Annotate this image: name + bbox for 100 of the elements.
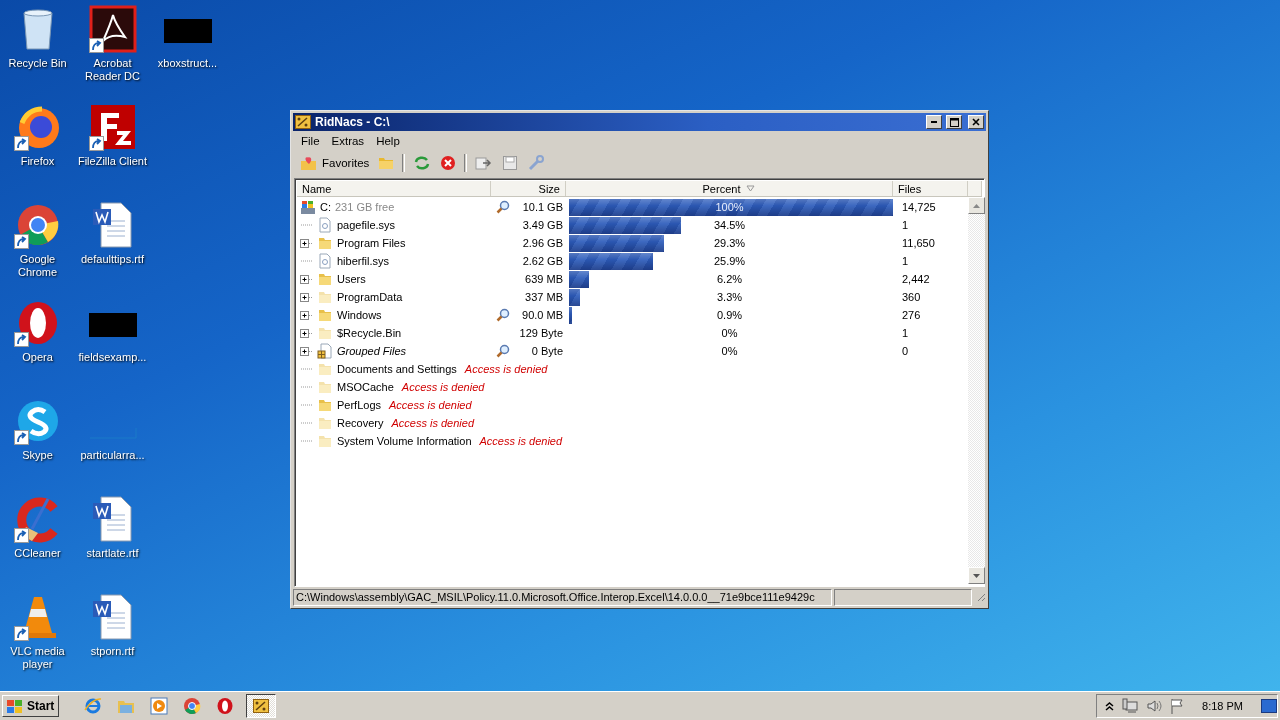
filezilla-icon <box>88 103 137 151</box>
desktop-icon-label[interactable]: Firefox <box>20 155 55 168</box>
ridnacs-icon <box>295 115 311 129</box>
expand-button[interactable] <box>300 310 313 320</box>
desktop-icon-label[interactable]: Opera <box>22 351 53 364</box>
percent-value: 6.2% <box>716 272 743 285</box>
favorites-folder-icon <box>300 155 318 171</box>
favorites-button[interactable]: Favorites <box>297 152 373 174</box>
tree-line <box>300 404 313 406</box>
refresh-icon <box>413 155 432 171</box>
percent-value: 100% <box>715 200 744 213</box>
tree-line <box>300 224 313 226</box>
down-arrow-icon <box>973 573 980 578</box>
desktop-icon-label[interactable]: fieldsexamp... <box>78 351 147 364</box>
drive-icon <box>300 199 316 215</box>
minimize-button[interactable] <box>926 115 942 129</box>
file-count: 0 <box>901 345 910 357</box>
desktop-icon-label[interactable]: Skype <box>22 449 53 462</box>
taskbar-button[interactable] <box>246 694 277 718</box>
tree-line <box>300 422 313 424</box>
size-value: 10.1 GB <box>522 201 563 213</box>
folder-icon <box>378 155 395 171</box>
menu-item[interactable]: File <box>295 135 326 147</box>
item-name[interactable]: C: <box>320 201 331 213</box>
size-value: 90.0 MB <box>522 309 563 321</box>
internet-explorer-icon <box>84 697 103 715</box>
size-value: 2.62 GB <box>522 255 563 267</box>
export-icon <box>475 155 494 171</box>
item-name[interactable]: MSOCache <box>337 381 394 393</box>
file-count: 276 <box>901 309 922 321</box>
file-count: 1 <box>901 219 910 231</box>
menu-item[interactable]: Help <box>370 135 406 147</box>
percent-value: 25.9% <box>713 254 746 267</box>
item-name[interactable]: Program Files <box>337 237 406 249</box>
column-header[interactable]: Percent <box>566 181 893 196</box>
item-name[interactable]: Users <box>337 273 366 285</box>
error-text: Access is denied <box>464 363 548 375</box>
percent-value: 0% <box>721 326 738 339</box>
desktop-icon-label[interactable]: Google Chrome <box>0 253 75 279</box>
desktop-icon-label[interactable]: Acrobat Reader DC <box>75 57 150 83</box>
expand-button[interactable] <box>300 292 313 302</box>
item-name[interactable]: pagefile.sys <box>337 219 396 231</box>
tree-line <box>300 440 313 442</box>
desktop-icon-label[interactable]: CCleaner <box>14 547 61 560</box>
item-name[interactable]: Grouped Files <box>337 345 407 357</box>
clock[interactable]: 8:18 PM <box>1202 700 1243 712</box>
file-count: 360 <box>901 291 922 303</box>
desktop-icon-label[interactable]: defaulttips.rtf <box>81 253 144 266</box>
speaker-icon[interactable] <box>1146 698 1163 714</box>
item-name[interactable]: Documents and Settings <box>337 363 457 375</box>
tree-line <box>300 368 313 370</box>
menu-item[interactable]: Extras <box>325 135 371 147</box>
window-title: RidNacs - C:\ <box>315 115 391 129</box>
item-name[interactable]: PerfLogs <box>337 399 382 411</box>
file-count: 1 <box>901 255 910 267</box>
save-icon <box>502 155 519 171</box>
start-button[interactable]: Start <box>2 695 60 717</box>
file-count: 1 <box>901 327 910 339</box>
column-header[interactable]: Name <box>297 181 491 196</box>
network-icon[interactable] <box>1122 698 1139 714</box>
size-value: 337 MB <box>525 291 563 303</box>
expand-button[interactable] <box>300 346 313 356</box>
file-count: 14,725 <box>901 201 937 213</box>
expand-button[interactable] <box>300 238 313 248</box>
desktop-icon-label[interactable]: stporn.rtf <box>90 645 135 658</box>
item-name[interactable]: System Volume Information <box>337 435 472 447</box>
error-text: Access is denied <box>389 399 472 411</box>
scroll-down-button[interactable] <box>968 567 985 584</box>
media-player-icon <box>150 697 169 715</box>
wrench-icon <box>527 155 546 171</box>
tree-line <box>300 386 313 388</box>
acrobat-icon <box>88 5 137 53</box>
scroll-up-button[interactable] <box>968 197 985 214</box>
item-name[interactable]: ProgramData <box>337 291 403 303</box>
percent-value: 3.3% <box>716 290 743 303</box>
percent-value: 34.5% <box>713 218 746 231</box>
flag-icon[interactable] <box>1170 698 1185 714</box>
column-header[interactable]: Files <box>893 181 968 196</box>
desktop-icon-label[interactable]: VLC media player <box>0 645 75 671</box>
expand-button[interactable] <box>300 274 313 284</box>
windows-logo-icon <box>6 698 24 714</box>
chevron-up-icon[interactable] <box>1105 701 1115 711</box>
chrome-icon <box>183 697 202 715</box>
error-text: Access is denied <box>479 435 563 447</box>
scrollbar[interactable] <box>968 197 985 584</box>
desktop-icon-label[interactable]: Recycle Bin <box>8 57 67 70</box>
desktop-icon-label[interactable]: startlate.rtf <box>86 547 139 560</box>
item-name[interactable]: $Recycle.Bin <box>337 327 402 339</box>
column-header[interactable]: Size <box>491 181 566 196</box>
item-name[interactable]: Windows <box>337 309 382 321</box>
item-name[interactable]: hiberfil.sys <box>337 255 389 267</box>
close-button[interactable] <box>968 115 984 129</box>
stop-icon <box>440 155 457 171</box>
desktop-icon-label[interactable]: particularra... <box>80 449 145 462</box>
expand-button[interactable] <box>300 328 313 338</box>
desktop-icon-label[interactable]: FileZilla Client <box>77 155 148 168</box>
close-icon <box>972 118 980 126</box>
item-name[interactable]: Recovery <box>337 417 384 429</box>
maximize-button[interactable] <box>946 115 962 129</box>
desktop-icon-label[interactable]: xboxstruct... <box>157 57 218 70</box>
